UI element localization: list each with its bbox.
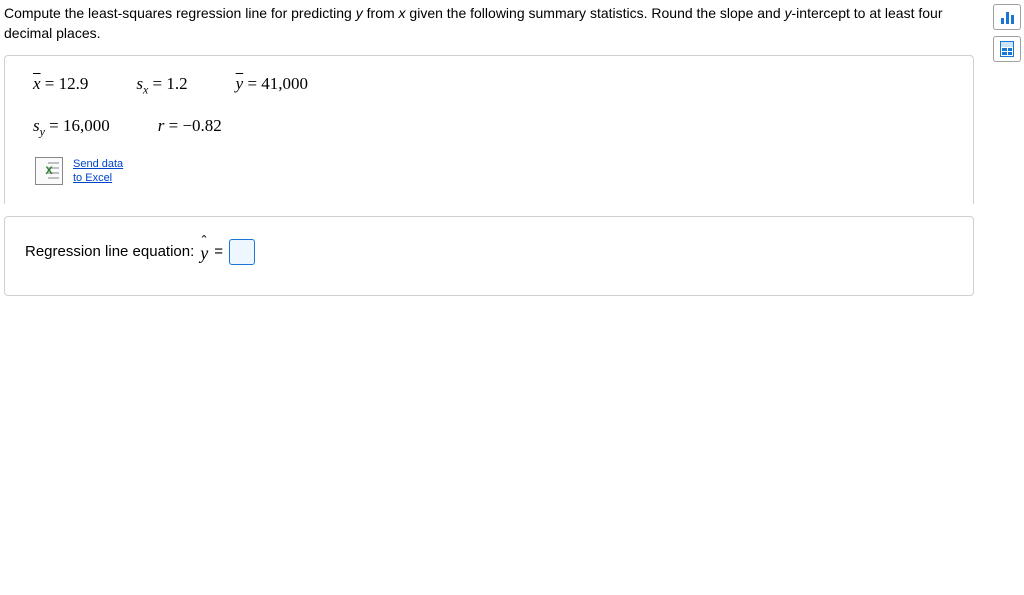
answer-label: Regression line equation: xyxy=(25,243,194,260)
send-to-excel-link[interactable]: Send data to Excel xyxy=(73,157,123,186)
y-hat-symbol: ⌃ y xyxy=(200,239,208,264)
sy-symbol: s xyxy=(33,116,40,135)
stat-ymean: y = 41,000 xyxy=(236,74,308,97)
question-yint-var: y xyxy=(785,5,792,21)
stat-sy: sy = 16,000 xyxy=(33,116,110,139)
question-text-pre: Compute the least-squares regression lin… xyxy=(4,5,356,21)
question-y-var: y xyxy=(356,5,363,21)
stat-sx: sx = 1.2 xyxy=(136,74,187,97)
ymean-value: = 41,000 xyxy=(243,74,308,93)
yhat-letter: y xyxy=(200,243,208,263)
excel-icon[interactable]: X xyxy=(35,157,63,185)
equals-sign: = xyxy=(214,243,223,260)
sy-value: = 16,000 xyxy=(45,116,110,135)
xmean-value: = 12.9 xyxy=(41,74,89,93)
sx-value: = 1.2 xyxy=(148,74,187,93)
send-to-excel-row: X Send data to Excel xyxy=(35,157,945,186)
stat-r: r = −0.82 xyxy=(158,116,222,139)
stats-row-1: x = 12.9 sx = 1.2 y = 41,000 xyxy=(33,74,945,97)
question-text-mid: from xyxy=(363,5,399,21)
xmean-symbol: x xyxy=(33,74,41,93)
regression-answer-input[interactable] xyxy=(229,239,255,265)
summary-statistics-panel: x = 12.9 sx = 1.2 y = 41,000 sy = 16,000… xyxy=(4,55,974,203)
question-x-var: x xyxy=(399,5,406,21)
hat-icon: ⌃ xyxy=(199,233,208,246)
send-link-line2: to Excel xyxy=(73,171,123,185)
question-prompt: Compute the least-squares regression lin… xyxy=(0,0,990,51)
stats-row-2: sy = 16,000 r = −0.82 xyxy=(33,116,945,139)
r-value: = −0.82 xyxy=(164,116,221,135)
calculator-button[interactable] xyxy=(993,36,1021,62)
send-link-line1: Send data xyxy=(73,157,123,171)
stat-xmean: x = 12.9 xyxy=(33,74,88,97)
regression-equation-row: Regression line equation: ⌃ y = xyxy=(25,239,953,265)
bar-chart-icon xyxy=(1001,10,1014,24)
answer-panel: Regression line equation: ⌃ y = xyxy=(4,216,974,296)
side-toolbar xyxy=(990,0,1024,296)
question-text-post: given the following summary statistics. … xyxy=(406,5,785,21)
calculator-icon xyxy=(1000,41,1014,57)
bar-chart-button[interactable] xyxy=(993,4,1021,30)
